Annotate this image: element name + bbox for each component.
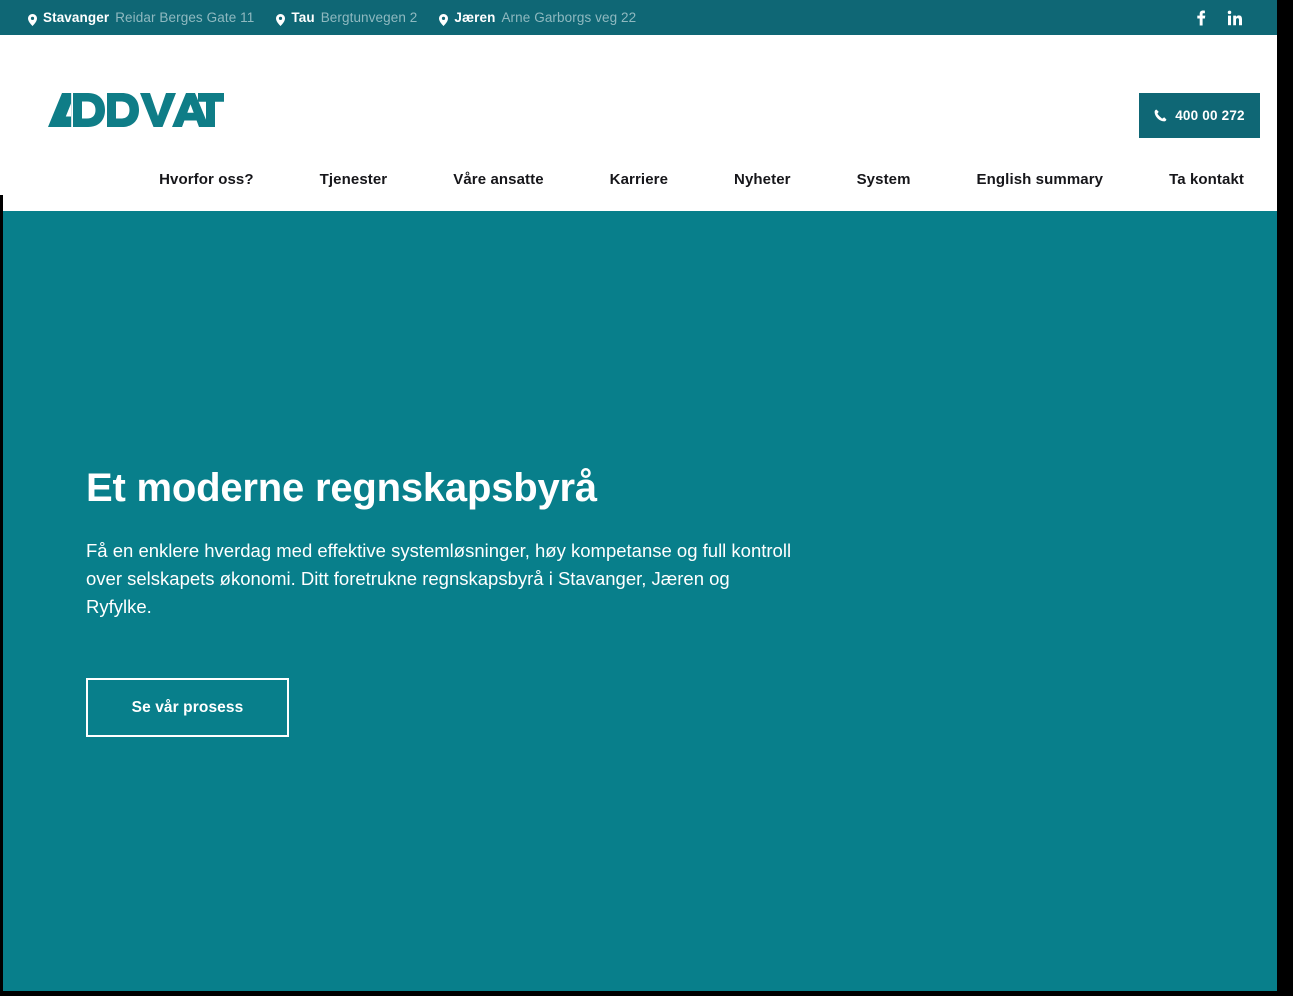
addvant-logo[interactable]: [48, 89, 224, 131]
map-pin-icon: [28, 13, 37, 26]
hero-title: Et moderne regnskapsbyrå: [86, 466, 597, 510]
phone-number-label: 400 00 272: [1175, 108, 1245, 123]
map-pin-icon: [276, 13, 286, 26]
nav-item-ta-kontakt[interactable]: Ta kontakt: [1169, 165, 1244, 194]
location-city: Tau: [291, 10, 315, 25]
location-item-jaeren[interactable]: Jæren Arne Garborgs veg 22: [439, 10, 637, 26]
location-item-stavanger[interactable]: Stavanger Reidar Berges Gate 11: [28, 10, 255, 26]
nav-item-english-summary[interactable]: English summary: [977, 165, 1104, 194]
location-item-tau[interactable]: Tau Bergtunvegen 2: [276, 10, 418, 26]
header-top-row: 400 00 272: [0, 35, 1277, 147]
location-address: Reidar Berges Gate 11: [115, 10, 255, 25]
left-edge-rule: [0, 195, 3, 991]
location-address: Bergtunvegen 2: [320, 10, 418, 25]
nav-item-system[interactable]: System: [857, 165, 911, 194]
location-city: Jæren: [454, 10, 496, 25]
top-utility-bar: Stavanger Reidar Berges Gate 11 Tau Berg…: [0, 0, 1277, 35]
window-right-chrome: [1277, 0, 1293, 996]
hero-subtitle: Få en enklere hverdag med effektive syst…: [86, 539, 792, 618]
window-bottom-chrome: [0, 991, 1293, 996]
phone-icon: [1154, 109, 1167, 122]
nav-item-nyheter[interactable]: Nyheter: [734, 165, 791, 194]
linkedin-icon[interactable]: [1227, 10, 1243, 26]
nav-item-tjenester[interactable]: Tjenester: [320, 165, 388, 194]
facebook-icon[interactable]: [1193, 10, 1209, 26]
hero-section: Et moderne regnskapsbyrå Få en enklere h…: [0, 211, 1277, 991]
hero-cta-button[interactable]: Se vår prosess: [86, 678, 289, 738]
nav-item-hvorfor-oss[interactable]: Hvorfor oss?: [159, 165, 254, 194]
location-city: Stavanger: [43, 10, 110, 25]
site-header: 400 00 272 Hvorfor oss? Tjenester Våre a…: [0, 35, 1277, 211]
location-list: Stavanger Reidar Berges Gate 11 Tau Berg…: [28, 10, 1193, 26]
hero-content: Et moderne regnskapsbyrå Få en enklere h…: [86, 466, 846, 738]
map-pin-icon: [439, 13, 449, 26]
phone-button[interactable]: 400 00 272: [1139, 93, 1260, 138]
social-links: [1193, 10, 1263, 26]
location-address: Arne Garborgs veg 22: [501, 10, 637, 25]
browser-viewport: Stavanger Reidar Berges Gate 11 Tau Berg…: [0, 0, 1277, 991]
nav-item-vare-ansatte[interactable]: Våre ansatte: [453, 165, 543, 194]
nav-item-karriere[interactable]: Karriere: [610, 165, 668, 194]
main-navigation: Hvorfor oss? Tjenester Våre ansatte Karr…: [0, 147, 1277, 211]
page-root: Stavanger Reidar Berges Gate 11 Tau Berg…: [0, 0, 1293, 996]
